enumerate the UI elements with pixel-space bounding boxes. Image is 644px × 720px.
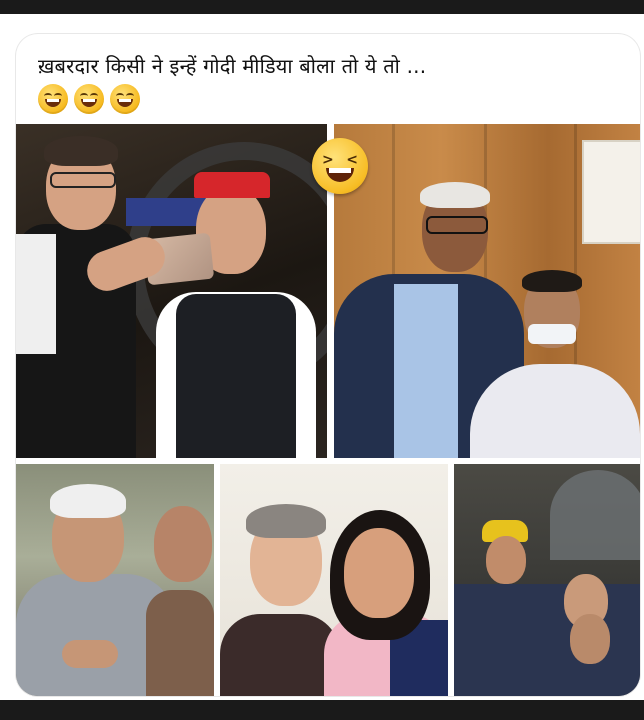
older-woman-hair	[246, 504, 326, 538]
person-left-hair	[44, 136, 118, 166]
woman-hair	[522, 270, 582, 292]
younger-woman-head	[344, 528, 414, 618]
person-front-head	[570, 614, 610, 664]
umbrella-icon	[550, 470, 640, 560]
person-right-body	[146, 590, 214, 696]
photo-bottom-center	[220, 464, 448, 696]
crowd-bodies	[454, 584, 640, 696]
photo-top-left	[16, 124, 327, 458]
photo-bottom-left	[16, 464, 214, 696]
clapping-hands	[62, 640, 118, 668]
person-turban-head	[486, 536, 526, 584]
photo-top-right	[334, 124, 640, 458]
person-right-vest	[176, 294, 296, 458]
person-left-sleeve	[16, 234, 56, 354]
man-shirt	[394, 284, 458, 458]
emoji-row	[38, 84, 140, 118]
person-right-head	[154, 506, 212, 582]
grinning-face-icon	[38, 84, 68, 114]
meme-card: ख़बरदार किसी ने इन्हें गोदी मीडिया बोला …	[16, 34, 640, 696]
post-caption: ख़बरदार किसी ने इन्हें गोदी मीडिया बोला …	[38, 54, 427, 78]
laughing-squinting-face-icon: > <	[312, 138, 368, 194]
photo-bottom-right	[454, 464, 640, 696]
bottom-frame-bar	[0, 700, 644, 720]
grinning-face-icon	[74, 84, 104, 114]
man-hair	[50, 484, 126, 518]
wall-frame-icon	[582, 140, 640, 244]
red-cap-icon	[194, 172, 270, 198]
face-mask-icon	[528, 324, 576, 344]
grinning-face-icon	[110, 84, 140, 114]
older-woman-saree	[220, 614, 340, 696]
glasses-icon	[426, 216, 488, 234]
man-hair	[420, 182, 490, 208]
top-frame-bar	[0, 0, 644, 14]
glasses-icon	[50, 172, 116, 188]
